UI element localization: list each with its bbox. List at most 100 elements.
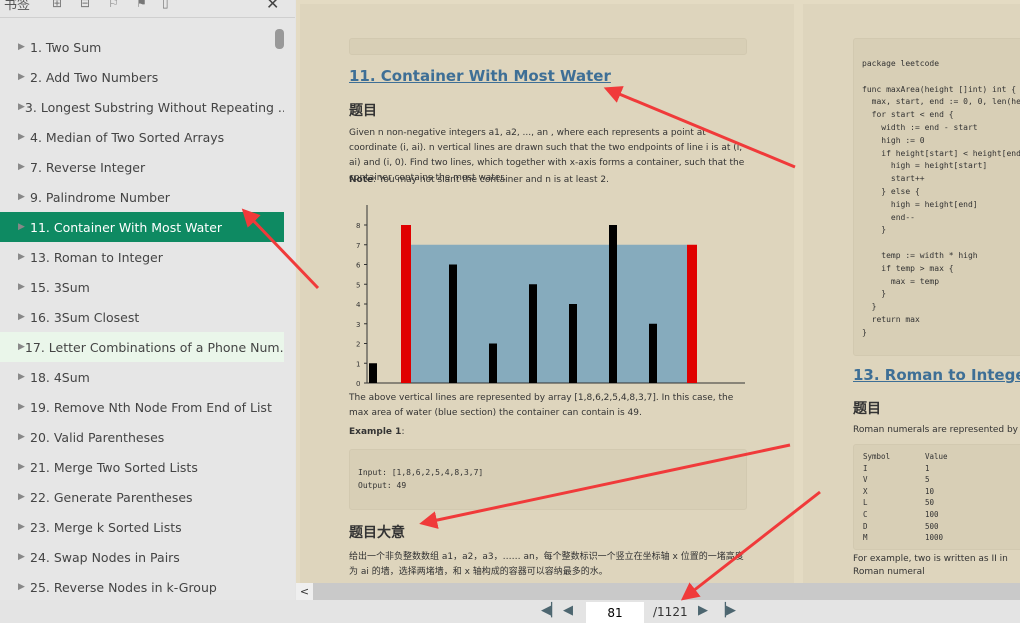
expand-triangle-icon[interactable]: ▶ bbox=[18, 72, 30, 82]
bookmark-item[interactable]: ▶ 23. Merge k Sorted Lists bbox=[0, 512, 284, 542]
bookmark-item[interactable]: ▶ 16. 3Sum Closest bbox=[0, 302, 284, 332]
expand-triangle-icon[interactable]: ▶ bbox=[18, 342, 25, 352]
bookmark-label: 19. Remove Nth Node From End of List bbox=[30, 399, 272, 415]
delete-icon[interactable]: ▯ bbox=[162, 0, 169, 10]
example-input: Input: [1,8,6,2,5,4,8,3,7] bbox=[358, 468, 484, 477]
bookmark-item[interactable]: ▶ 21. Merge Two Sorted Lists bbox=[0, 452, 284, 482]
bookmark-item[interactable]: ▶ 19. Remove Nth Node From End of List bbox=[0, 392, 284, 422]
value-cell: 5 bbox=[925, 475, 930, 485]
document-viewer: 11. Container With Most Water 题目 Given n… bbox=[296, 0, 1020, 583]
expand-triangle-icon[interactable]: ▶ bbox=[18, 402, 30, 412]
chart-caption: The above vertical lines are represented… bbox=[349, 393, 734, 418]
table-row: X 10 bbox=[863, 486, 1020, 498]
code-line: high := 0 bbox=[862, 135, 925, 145]
bookmark-item[interactable]: ▶ 22. Generate Parentheses bbox=[0, 482, 284, 512]
bookmark-label: 23. Merge k Sorted Lists bbox=[30, 519, 182, 535]
expand-all-icon[interactable]: ⊞ bbox=[52, 0, 62, 10]
bookmark-item[interactable]: ▶ 9. Palindrome Number bbox=[0, 182, 284, 212]
last-page-icon[interactable]: ▕▶ bbox=[716, 603, 736, 618]
y-tick-label: 2 bbox=[356, 341, 360, 349]
horizontal-scrollbar[interactable]: < bbox=[296, 583, 1020, 600]
scroll-left-icon[interactable]: < bbox=[296, 583, 313, 600]
expand-triangle-icon[interactable]: ▶ bbox=[18, 222, 30, 232]
page-number-input[interactable] bbox=[586, 602, 644, 623]
table-row: I1 bbox=[863, 463, 1020, 475]
expand-triangle-icon[interactable]: ▶ bbox=[18, 552, 30, 562]
bar bbox=[687, 244, 697, 383]
bookmark-item[interactable]: ▶ 13. Roman to Integer bbox=[0, 242, 284, 272]
expand-triangle-icon[interactable]: ▶ bbox=[18, 372, 30, 382]
page-navigation: ◀▏ ◀ /1121 ▶ ▕▶ bbox=[296, 600, 1020, 623]
value-cell: 50 bbox=[925, 498, 935, 508]
code-line: max = temp bbox=[862, 276, 940, 286]
first-page-icon[interactable]: ◀▏ bbox=[541, 603, 561, 618]
bookmark-item[interactable]: ▶ 15. 3Sum bbox=[0, 272, 284, 302]
next-problem-title[interactable]: 13. Roman to Integer bbox=[853, 366, 1020, 384]
code-line: func maxArea(height []int) int { bbox=[862, 84, 1017, 94]
bookmark-item[interactable]: ▶ 25. Reverse Nodes in k-Group bbox=[0, 572, 284, 602]
bookmark-item[interactable]: ▶ 18. 4Sum bbox=[0, 362, 284, 392]
code-line: } bbox=[862, 327, 867, 337]
remove-bookmark-icon[interactable]: ⚑ bbox=[136, 0, 147, 10]
container-chart: 0 1 2 3 4 5 6 7 8 bbox=[356, 205, 745, 388]
sidebar-title: 书签 bbox=[4, 0, 31, 13]
bookmark-label: 1. Two Sum bbox=[30, 39, 102, 55]
bookmark-item[interactable]: ▶ 1. Two Sum bbox=[0, 32, 284, 62]
bookmark-label: 7. Reverse Integer bbox=[30, 159, 146, 175]
bookmark-label: 25. Reverse Nodes in k-Group bbox=[30, 579, 217, 595]
bookmark-item[interactable]: ▶ 3. Longest Substring Without Repeating … bbox=[0, 92, 284, 122]
expand-triangle-icon[interactable]: ▶ bbox=[18, 162, 30, 172]
bookmarks-sidebar: 书签 ⊞ ⊟ ⚐ ⚑ ▯ ✕ ▶ 1. Two Sum ▶ 2. Add Two Nu… bbox=[0, 0, 295, 600]
expand-triangle-icon[interactable]: ▶ bbox=[18, 282, 30, 292]
code-line: max, start, end := 0, 0, len(height)-1 bbox=[871, 97, 1020, 107]
bar bbox=[609, 225, 617, 383]
example-code: Input: [1,8,6,2,5,4,8,3,7] Output: 49 bbox=[349, 449, 747, 510]
bookmark-label: 4. Median of Two Sorted Arrays bbox=[30, 129, 225, 145]
expand-triangle-icon[interactable]: ▶ bbox=[18, 432, 30, 442]
bookmark-item[interactable]: ▶ 17. Letter Combinations of a Phone Num.… bbox=[0, 332, 284, 362]
bookmark-label: 24. Swap Nodes in Pairs bbox=[30, 549, 180, 565]
table-header: Symbol Value bbox=[863, 451, 1020, 463]
expand-triangle-icon[interactable]: ▶ bbox=[18, 582, 30, 592]
bar bbox=[401, 225, 411, 383]
bookmark-item[interactable]: ▶ 24. Swap Nodes in Pairs bbox=[0, 542, 284, 572]
expand-triangle-icon[interactable]: ▶ bbox=[18, 102, 25, 112]
close-icon[interactable]: ✕ bbox=[266, 0, 279, 13]
symbol-cell: D bbox=[863, 521, 868, 531]
bookmark-item[interactable]: ▶ 7. Reverse Integer bbox=[0, 152, 284, 182]
code-line: high = height[start] bbox=[862, 161, 988, 171]
symbol-cell: C bbox=[863, 509, 868, 519]
next-page-icon[interactable]: ▶ bbox=[698, 603, 708, 618]
collapse-all-icon[interactable]: ⊟ bbox=[80, 0, 90, 10]
y-tick-label: 3 bbox=[356, 321, 360, 329]
bookmark-label: 22. Generate Parentheses bbox=[30, 489, 193, 505]
table-row: L 50 bbox=[863, 497, 1020, 509]
expand-triangle-icon[interactable]: ▶ bbox=[18, 462, 30, 472]
code-line: if height[start] < height[end] { bbox=[862, 148, 1020, 158]
bar bbox=[449, 264, 457, 383]
example-label: Example 1 bbox=[349, 427, 402, 437]
bar bbox=[529, 284, 537, 383]
expand-triangle-icon[interactable]: ▶ bbox=[18, 522, 30, 532]
y-tick-label: 0 bbox=[356, 380, 360, 388]
code-line: return max bbox=[862, 314, 920, 324]
expand-triangle-icon[interactable]: ▶ bbox=[18, 132, 30, 142]
expand-triangle-icon[interactable]: ▶ bbox=[18, 492, 30, 502]
sidebar-scrollbar[interactable] bbox=[275, 29, 284, 49]
prev-page-icon[interactable]: ◀ bbox=[563, 603, 573, 618]
expand-triangle-icon[interactable]: ▶ bbox=[18, 252, 30, 262]
bookmark-label: 20. Valid Parentheses bbox=[30, 429, 165, 445]
bookmark-item[interactable]: ▶ 4. Median of Two Sorted Arrays bbox=[0, 122, 284, 152]
code-line: end-- bbox=[862, 212, 915, 222]
expand-triangle-icon[interactable]: ▶ bbox=[18, 312, 30, 322]
bookmark-item[interactable]: ▶ 11. Container With Most Water bbox=[0, 212, 284, 242]
add-bookmark-icon[interactable]: ⚐ bbox=[108, 0, 119, 10]
table-row: V5 bbox=[863, 474, 1020, 486]
problem-title[interactable]: 11. Container With Most Water bbox=[349, 67, 611, 85]
expand-triangle-icon[interactable]: ▶ bbox=[18, 192, 30, 202]
bookmark-label: 11. Container With Most Water bbox=[30, 219, 223, 235]
bookmark-item[interactable]: ▶ 2. Add Two Numbers bbox=[0, 62, 284, 92]
code-block-empty bbox=[349, 38, 747, 55]
expand-triangle-icon[interactable]: ▶ bbox=[18, 42, 30, 52]
bookmark-item[interactable]: ▶ 20. Valid Parentheses bbox=[0, 422, 284, 452]
